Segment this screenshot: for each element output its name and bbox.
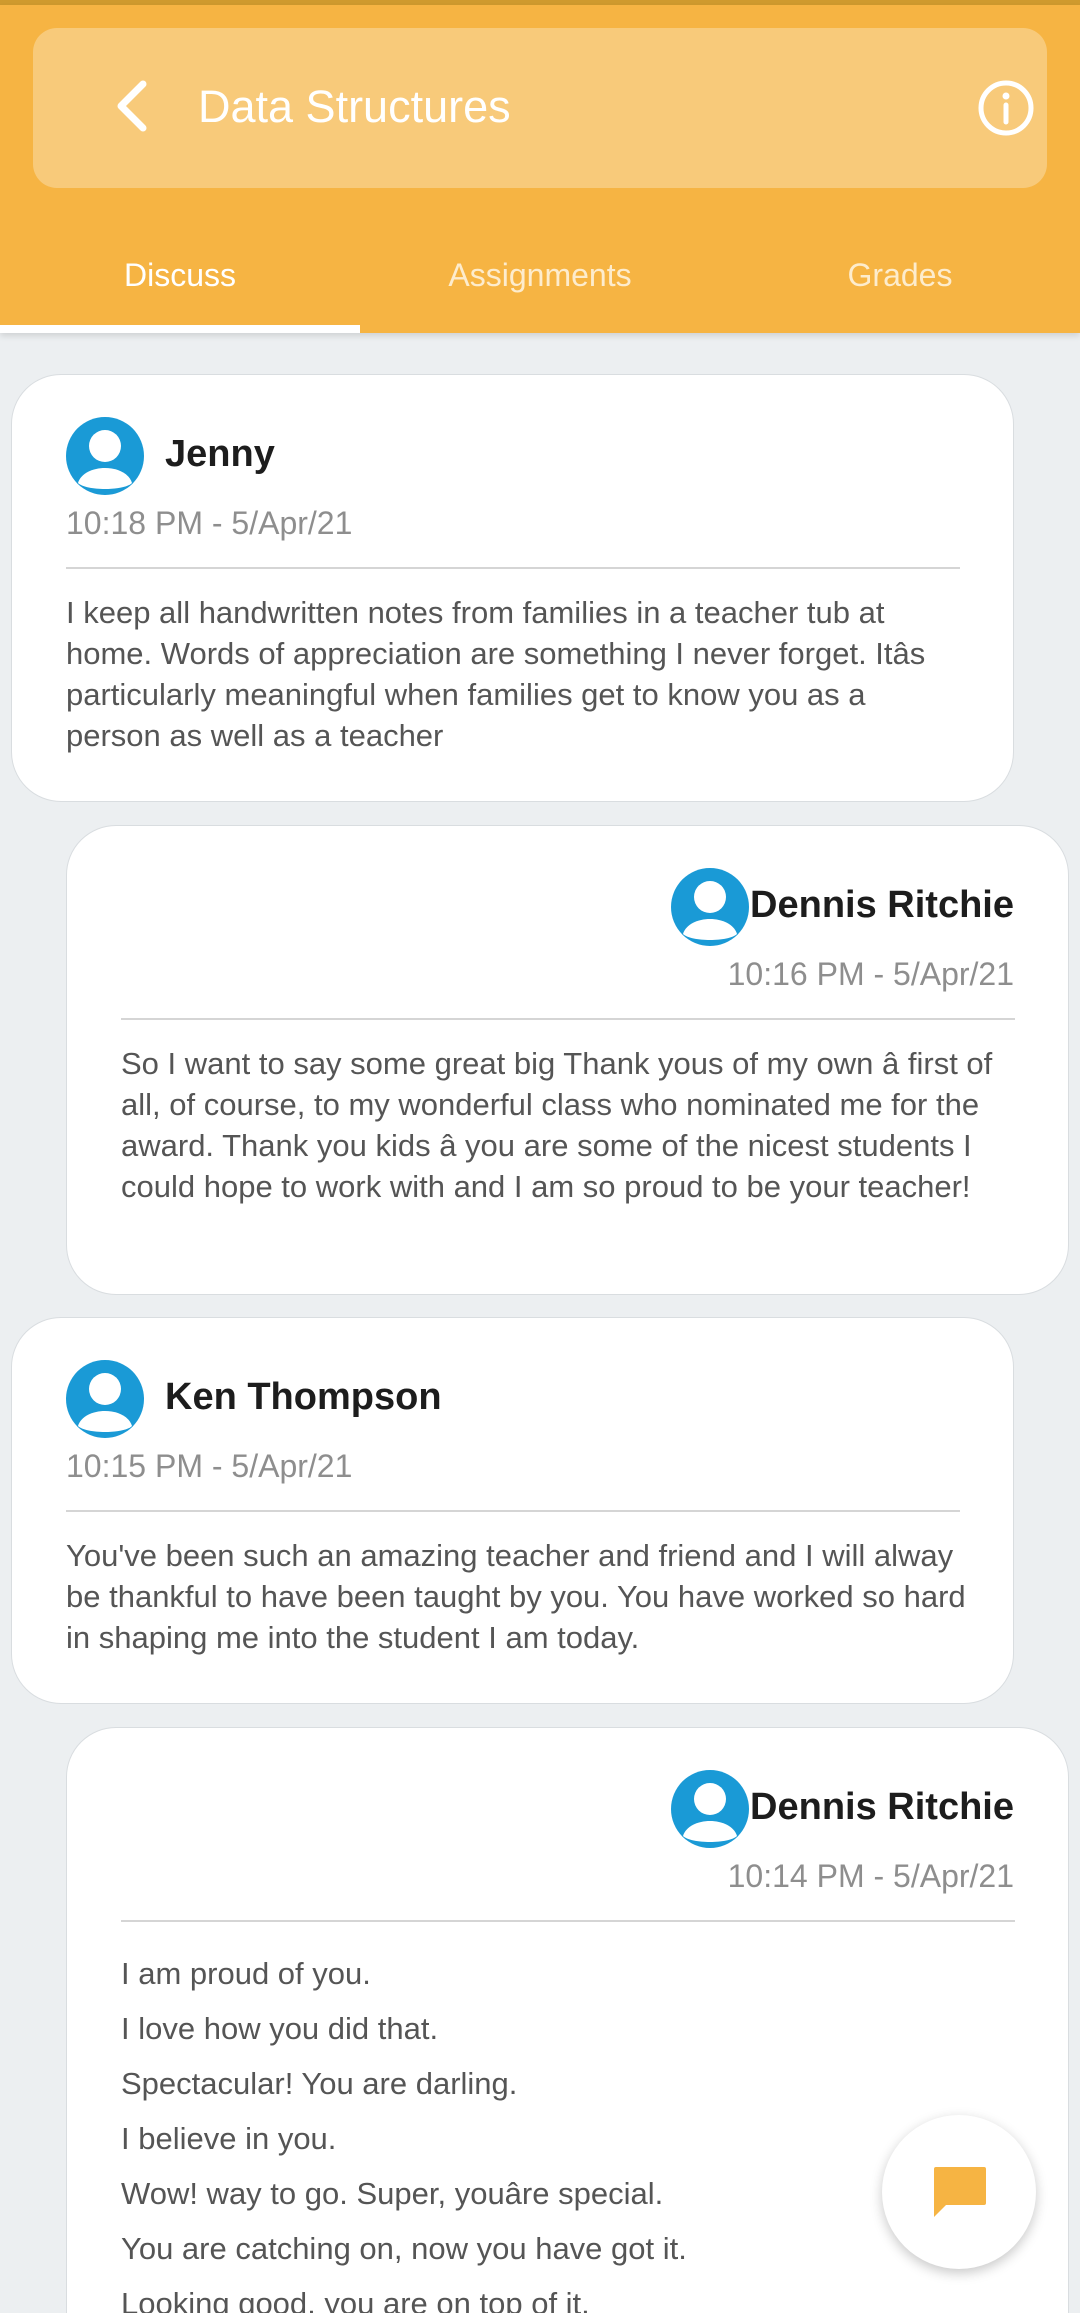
tab-bar: Discuss Assignments Grades xyxy=(0,225,1080,333)
message-line: Looking good, you are on top of it. xyxy=(121,2286,590,2313)
message-line: You are catching on, now you have got it… xyxy=(121,2231,687,2266)
info-icon xyxy=(978,80,1034,136)
chevron-left-icon xyxy=(117,80,147,132)
post-message: You've been such an amazing teacher and … xyxy=(66,1538,966,1655)
post-card[interactable]: Jenny 10:18 PM - 5/Apr/21 I keep all han… xyxy=(11,374,1014,802)
post-message: So I want to say some great big Thank yo… xyxy=(121,1046,993,1204)
post-card[interactable]: Ken Thompson 10:15 PM - 5/Apr/21 You've … xyxy=(11,1317,1014,1704)
post-timestamp: 10:16 PM - 5/Apr/21 xyxy=(727,956,1014,992)
author-name: Ken Thompson xyxy=(165,1376,442,1418)
new-comment-button[interactable] xyxy=(882,2115,1036,2269)
tab-assignments[interactable]: Assignments xyxy=(360,225,720,325)
post-timestamp: 10:18 PM - 5/Apr/21 xyxy=(66,505,353,541)
app-bar: Data Structures Discuss Assignments Grad… xyxy=(0,5,1080,333)
message-line: I am proud of you. xyxy=(121,1956,371,1991)
author-name: Dennis Ritchie xyxy=(750,884,1014,926)
back-button[interactable] xyxy=(103,76,163,136)
tab-discuss[interactable]: Discuss xyxy=(0,225,360,325)
avatar-icon xyxy=(671,1770,749,1848)
chat-bubble-icon xyxy=(934,2167,986,2217)
message-line: I love how you did that. xyxy=(121,2011,439,2046)
post-message: I keep all handwritten notes from famili… xyxy=(66,595,926,753)
message-line: Spectacular! You are darling. xyxy=(121,2066,518,2101)
post-message: I am proud of you. I love how you did th… xyxy=(121,1946,1021,2313)
divider xyxy=(121,1018,1015,1020)
post-timestamp: 10:14 PM - 5/Apr/21 xyxy=(727,1858,1014,1894)
divider xyxy=(121,1920,1015,1922)
divider xyxy=(66,1510,960,1512)
tab-indicator xyxy=(0,325,360,333)
title-bar: Data Structures xyxy=(33,28,1047,188)
post-timestamp: 10:15 PM - 5/Apr/21 xyxy=(66,1448,353,1484)
post-card[interactable]: Dennis Ritchie 10:16 PM - 5/Apr/21 So I … xyxy=(66,825,1069,1295)
divider xyxy=(66,567,960,569)
avatar-icon xyxy=(671,868,749,946)
tab-grades[interactable]: Grades xyxy=(720,225,1080,325)
info-button[interactable] xyxy=(976,78,1036,138)
avatar-icon xyxy=(66,417,144,495)
avatar-icon xyxy=(66,1360,144,1438)
author-name: Dennis Ritchie xyxy=(750,1786,1014,1828)
author-name: Jenny xyxy=(165,433,275,475)
message-line: I believe in you. xyxy=(121,2121,337,2156)
page-title: Data Structures xyxy=(198,81,511,132)
